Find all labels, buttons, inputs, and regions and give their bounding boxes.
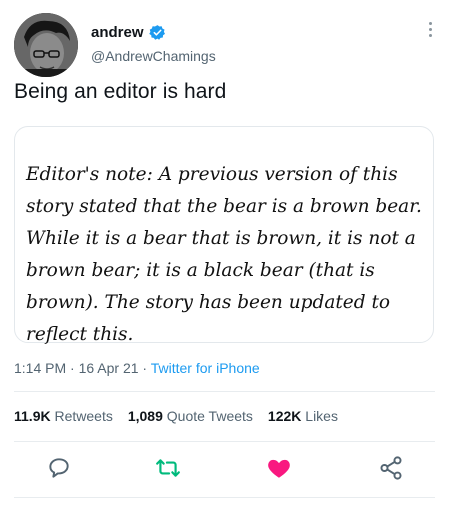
engagement-stats: 11.9K Retweets 1,089 Quote Tweets 122K L… xyxy=(14,408,353,424)
display-name[interactable]: andrew xyxy=(91,24,144,41)
like-button[interactable] xyxy=(266,455,292,481)
tweet-text: Being an editor is hard xyxy=(14,80,227,103)
author-handle[interactable]: @AndrewChamings xyxy=(91,48,216,64)
tweet-source-link[interactable]: Twitter for iPhone xyxy=(151,360,260,376)
quoted-image-card[interactable]: Editor's note: A previous version of thi… xyxy=(14,126,434,345)
editors-note-text: Editor's note: A previous version of thi… xyxy=(26,164,422,345)
retweets-label: Retweets xyxy=(54,408,113,424)
verified-badge-icon xyxy=(148,25,165,40)
quote-tweets-count: 1,089 xyxy=(127,408,163,424)
meta-separator: · xyxy=(142,360,148,376)
divider xyxy=(14,497,435,498)
retweets-count: 11.9K xyxy=(14,408,51,424)
more-options-icon[interactable] xyxy=(427,22,433,42)
tweet-metadata: 1:14 PM · 16 Apr 21 · Twitter for iPhone xyxy=(14,360,260,376)
retweets-stat[interactable]: 11.9K Retweets xyxy=(14,408,113,424)
action-bar xyxy=(0,455,449,485)
meta-separator: · xyxy=(70,360,75,376)
share-button[interactable] xyxy=(378,455,404,481)
divider xyxy=(14,441,435,442)
reply-button[interactable] xyxy=(46,455,72,481)
reply-icon xyxy=(49,458,69,478)
quote-tweets-stat[interactable]: 1,089 Quote Tweets xyxy=(128,408,253,424)
likes-label: Likes xyxy=(305,408,338,424)
quote-tweets-label: Quote Tweets xyxy=(166,408,253,424)
author-name[interactable]: andrew xyxy=(91,24,166,41)
tweet-date[interactable]: 16 Apr 21 xyxy=(79,360,139,376)
likes-count: 122K xyxy=(267,408,302,424)
heart-icon xyxy=(268,459,290,478)
avatar-photo xyxy=(14,13,78,77)
retweet-button[interactable] xyxy=(155,455,181,481)
divider xyxy=(14,391,435,392)
share-icon xyxy=(380,456,402,480)
avatar[interactable] xyxy=(14,13,78,77)
likes-stat[interactable]: 122K Likes xyxy=(268,408,338,424)
tweet-time[interactable]: 1:14 PM xyxy=(14,360,66,376)
retweet-icon xyxy=(156,459,180,477)
